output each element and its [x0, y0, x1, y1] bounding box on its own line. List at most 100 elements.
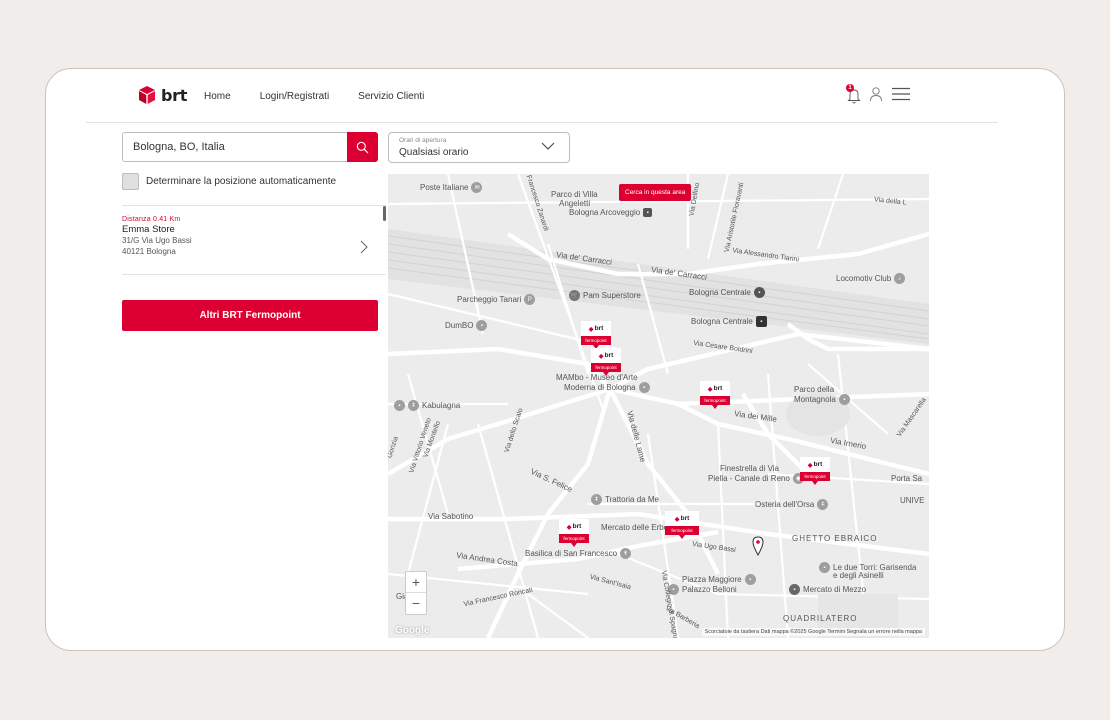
poi-label: Piella - Canale di Reno — [708, 474, 790, 483]
location-pin-icon[interactable] — [752, 536, 764, 556]
building-icon: ▪ — [476, 320, 488, 331]
poi-label: Kabulagna — [422, 401, 461, 410]
poi-mambo-2[interactable]: Moderna di Bologna ▪ — [564, 382, 650, 393]
marker-brand: brt — [813, 461, 823, 468]
poi-arcoveggio[interactable]: Bologna Arcoveggio ▪ — [569, 208, 653, 217]
train-icon: ▪ — [643, 208, 653, 217]
post-icon: ✉ — [471, 182, 483, 193]
brt-cube-icon: ◆ — [807, 461, 813, 469]
poi-quadrilatero: QUADRILATERO — [783, 614, 858, 623]
poi-osteria[interactable]: Osteria dell'Orsa ǂ — [755, 499, 829, 510]
search-area-button[interactable]: Cerca in questa area — [619, 184, 692, 201]
poi-bologna-centrale-2[interactable]: Bologna Centrale ▪ — [691, 316, 767, 327]
store-distance: Distanza 0.41 Km — [122, 216, 181, 223]
poi-label: Bologna Arcoveggio — [569, 208, 641, 217]
poi-label: Locomotiv Club — [836, 274, 892, 283]
nav-home[interactable]: Home — [204, 91, 231, 102]
store-name: Emma Store — [122, 224, 175, 235]
poi-kabul[interactable]: ▪ ǂ Kabulagna — [394, 400, 460, 411]
notifications-button[interactable]: 1 — [846, 84, 861, 104]
nav-servizio-clienti[interactable]: Servizio Clienti — [358, 91, 424, 102]
list-item[interactable]: Distanza 0.41 Km Emma Store 31/G Via Ugo… — [122, 216, 372, 257]
poi-label: Poste Italiane — [420, 183, 469, 192]
poi-label: Montagnola — [794, 395, 836, 404]
train-icon: ▪ — [753, 287, 765, 298]
marker-brand: brt — [680, 515, 690, 522]
poi-basilica[interactable]: Basilica di San Francesco ✝ — [525, 548, 632, 559]
marker-sub: fermopoint — [591, 363, 621, 372]
poi-label: Moderna di Bologna — [564, 383, 636, 392]
marker-sub: fermopoint — [700, 396, 730, 405]
fermopoint-marker[interactable]: ◆ brt fermopoint — [559, 519, 589, 547]
poi-finestrella-2[interactable]: Piella - Canale di Reno ◉ — [708, 473, 804, 484]
brt-logo[interactable]: brt — [138, 85, 187, 105]
poi-label: Bologna Centrale — [691, 317, 753, 326]
store-city: 40121 Bologna — [122, 247, 176, 256]
poi-locomotiv[interactable]: Locomotiv Club ♪ — [836, 273, 906, 284]
marker-sub: fermopoint — [800, 472, 830, 481]
fermopoint-marker[interactable]: ◆ brt fermopoint — [591, 348, 621, 376]
fermopoint-marker[interactable]: ◆ brt fermopoint — [700, 381, 730, 409]
header-icons: 1 — [846, 84, 910, 104]
google-logo: Google — [395, 625, 430, 636]
zoom-out-button[interactable]: − — [406, 593, 426, 614]
chevron-right-icon — [360, 240, 368, 254]
brt-cube-icon — [139, 86, 155, 104]
zoom-control: + − — [405, 571, 427, 615]
poi-angeletti: Angeletti — [559, 199, 591, 208]
metro-icon: ▪ — [755, 316, 767, 327]
poi-tanari[interactable]: Parcheggio Tanari P — [457, 294, 536, 305]
nav-login[interactable]: Login/Registrati — [260, 91, 329, 102]
fermopoint-marker[interactable]: ◆ brt fermopoint — [800, 457, 830, 485]
fermopoint-marker[interactable]: ◆ brt fermopoint — [665, 511, 699, 539]
museum-icon: ▪ — [638, 382, 650, 393]
poi-trattoria[interactable]: ǂ Trattoria da Me — [591, 494, 659, 505]
church-icon: ✝ — [620, 548, 632, 559]
altri-fermopoint-button[interactable]: Altri BRT Fermopoint — [122, 300, 378, 331]
poi-label: Bologna Centrale — [689, 288, 751, 297]
hours-value: Qualsiasi orario — [399, 147, 469, 158]
search-input[interactable] — [123, 133, 347, 161]
menu-icon[interactable] — [892, 87, 910, 101]
poi-label: Osteria dell'Orsa — [755, 500, 815, 509]
geolocate-checkbox[interactable] — [122, 173, 139, 190]
hours-select[interactable]: Orari di apertura Qualsiasi orario — [388, 132, 570, 163]
street-sabotino: Via Sabotino — [428, 512, 474, 521]
poi-parco-villa: Parco di Villa — [551, 190, 598, 199]
store-address: 31/G Via Ugo Bassi — [122, 236, 192, 245]
poi-palazzo-belloni[interactable]: ▪ Palazzo Belloni — [668, 584, 737, 595]
map-attribution[interactable]: Scorciatoie da tastiera Dati mappa ©2025… — [701, 628, 925, 636]
brt-cube-icon: ◆ — [598, 352, 604, 360]
marker-brand: brt — [604, 352, 614, 359]
search-icon — [356, 141, 369, 153]
notification-badge: 1 — [846, 84, 854, 92]
zoom-in-button[interactable]: + — [406, 572, 426, 593]
poi-finestrella-1: Finestrella di Via — [720, 464, 779, 473]
music-icon: ♪ — [894, 273, 906, 284]
scrollbar[interactable] — [383, 206, 386, 221]
poi-label: Pam Superstore — [583, 291, 641, 300]
brt-cube-icon: ◆ — [707, 385, 713, 393]
poi-mercato-mezzo[interactable]: ▪ Mercato di Mezzo — [789, 584, 866, 595]
poi-label: DumBO — [445, 321, 474, 330]
poi-poste[interactable]: Poste Italiane ✉ — [420, 182, 483, 193]
brt-cube-icon: ◆ — [566, 523, 572, 531]
brt-cube-icon: ◆ — [674, 515, 680, 523]
restaurant-icon: ǂ — [591, 494, 602, 505]
search-button[interactable] — [347, 132, 378, 162]
marker-brand: brt — [572, 523, 582, 530]
cart-icon: 🛒 — [569, 290, 580, 301]
park-icon: ▪ — [838, 394, 850, 405]
poi-montagnola-2[interactable]: Montagnola ▪ — [794, 394, 850, 405]
poi-dumbo[interactable]: DumBO ▪ — [445, 320, 488, 331]
restaurant-icon: ǂ — [408, 400, 419, 411]
poi-pam[interactable]: 🛒 Pam Superstore — [569, 290, 641, 301]
poi-label: Palazzo Belloni — [682, 585, 737, 594]
marker-brand: brt — [594, 325, 604, 332]
poi-montagnola-1: Parco della — [794, 385, 835, 394]
poi-bologna-centrale-1[interactable]: Bologna Centrale ▪ — [689, 287, 765, 298]
chevron-down-icon — [541, 142, 555, 150]
fermopoint-marker[interactable]: ◆ brt fermopoint — [581, 321, 611, 349]
map[interactable]: Cerca in questa area Poste Italiane ✉ Par… — [388, 174, 929, 638]
user-icon[interactable] — [869, 86, 883, 102]
